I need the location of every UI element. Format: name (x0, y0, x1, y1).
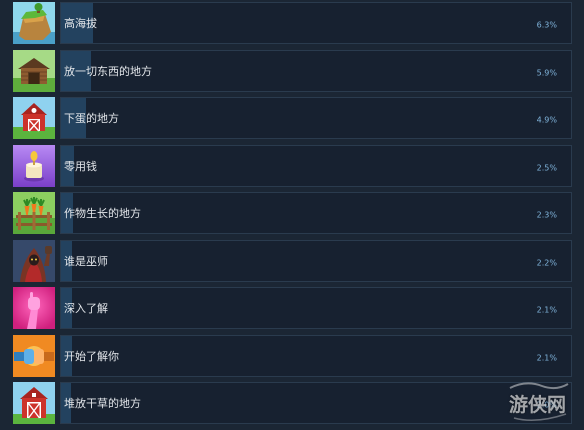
achievement-percent: 5.9% (536, 67, 557, 77)
carrot-fence-icon-graphic (13, 192, 55, 234)
achievement-row: 开始了解你 2.1% (13, 334, 572, 377)
achievement-percent: 4.9% (536, 115, 557, 125)
achievement-progress-bar: 放一切东西的地方 5.9% (60, 49, 572, 92)
hay-barn-icon (13, 382, 55, 424)
achievement-progress-bar: 开始了解你 2.1% (60, 334, 572, 377)
achievement-progress-bar: 高海拔 6.3% (60, 2, 572, 44)
achievement-row: 放一切东西的地方 5.9% (13, 49, 572, 92)
achievement-percent: 2.1% (536, 305, 557, 315)
hooded-wizard-icon-graphic (13, 239, 55, 282)
achievement-name: 下蛋的地方 (64, 112, 119, 125)
watermark-text: 游侠网 (509, 394, 567, 416)
fist-bump-icon-graphic (13, 334, 55, 377)
hay-barn-icon-graphic (13, 382, 55, 424)
achievement-progress-bar: 零用钱 2.5% (60, 144, 572, 187)
achievement-percent: 6.3% (536, 20, 557, 30)
achievement-name: 高海拔 (64, 17, 97, 30)
achievement-row: 高海拔 6.3% (13, 2, 572, 44)
achievement-progress-bar: 堆放干草的地方 2.0% (60, 382, 572, 424)
achievement-progress-bar: 谁是巫师 2.2% (60, 239, 572, 282)
fist-bump-icon (13, 334, 55, 377)
achievement-row: 深入了解 2.1% (13, 287, 572, 329)
chicken-coop-barn-icon-graphic (13, 97, 55, 139)
achievement-name: 零用钱 (64, 159, 97, 173)
achievement-progress-bar: 深入了解 2.1% (60, 287, 572, 329)
achievement-row: 下蛋的地方 4.9% (13, 97, 572, 139)
mountain-cliff-icon-graphic (13, 2, 55, 44)
achievement-name: 作物生长的地方 (64, 207, 141, 220)
achievement-percent: 2.1% (536, 352, 557, 362)
achievement-list: 高海拔 6.3% 放一切东西的地方 5.9% 下蛋的地方 4.9% 零用钱 2.… (13, 2, 572, 430)
achievement-name: 堆放干草的地方 (64, 397, 141, 410)
achievement-percent: 2.5% (536, 162, 557, 172)
achievement-percent: 2.2% (536, 257, 557, 267)
hooded-wizard-icon (13, 239, 55, 282)
raised-arm-icon (13, 287, 55, 329)
carrot-fence-icon (13, 192, 55, 234)
achievement-row: 堆放干草的地方 2.0% (13, 382, 572, 424)
watermark-logo: 游侠网 (506, 380, 572, 422)
raised-arm-icon-graphic (13, 287, 55, 329)
lamp-icon-graphic (13, 144, 55, 187)
storage-shed-icon (13, 49, 55, 92)
achievement-row: 谁是巫师 2.2% (13, 239, 572, 282)
achievement-name: 谁是巫师 (64, 254, 108, 268)
lamp-icon (13, 144, 55, 187)
achievement-progress-bar: 作物生长的地方 2.3% (60, 192, 572, 234)
achievement-row: 零用钱 2.5% (13, 144, 572, 187)
mountain-cliff-icon (13, 2, 55, 44)
achievement-name: 开始了解你 (64, 349, 119, 363)
achievement-row: 作物生长的地方 2.3% (13, 192, 572, 234)
storage-shed-icon-graphic (13, 49, 55, 92)
achievement-name: 放一切东西的地方 (64, 64, 152, 78)
achievement-progress-bar: 下蛋的地方 4.9% (60, 97, 572, 139)
chicken-coop-barn-icon (13, 97, 55, 139)
achievement-name: 深入了解 (64, 302, 108, 315)
achievement-percent: 2.3% (536, 210, 557, 220)
